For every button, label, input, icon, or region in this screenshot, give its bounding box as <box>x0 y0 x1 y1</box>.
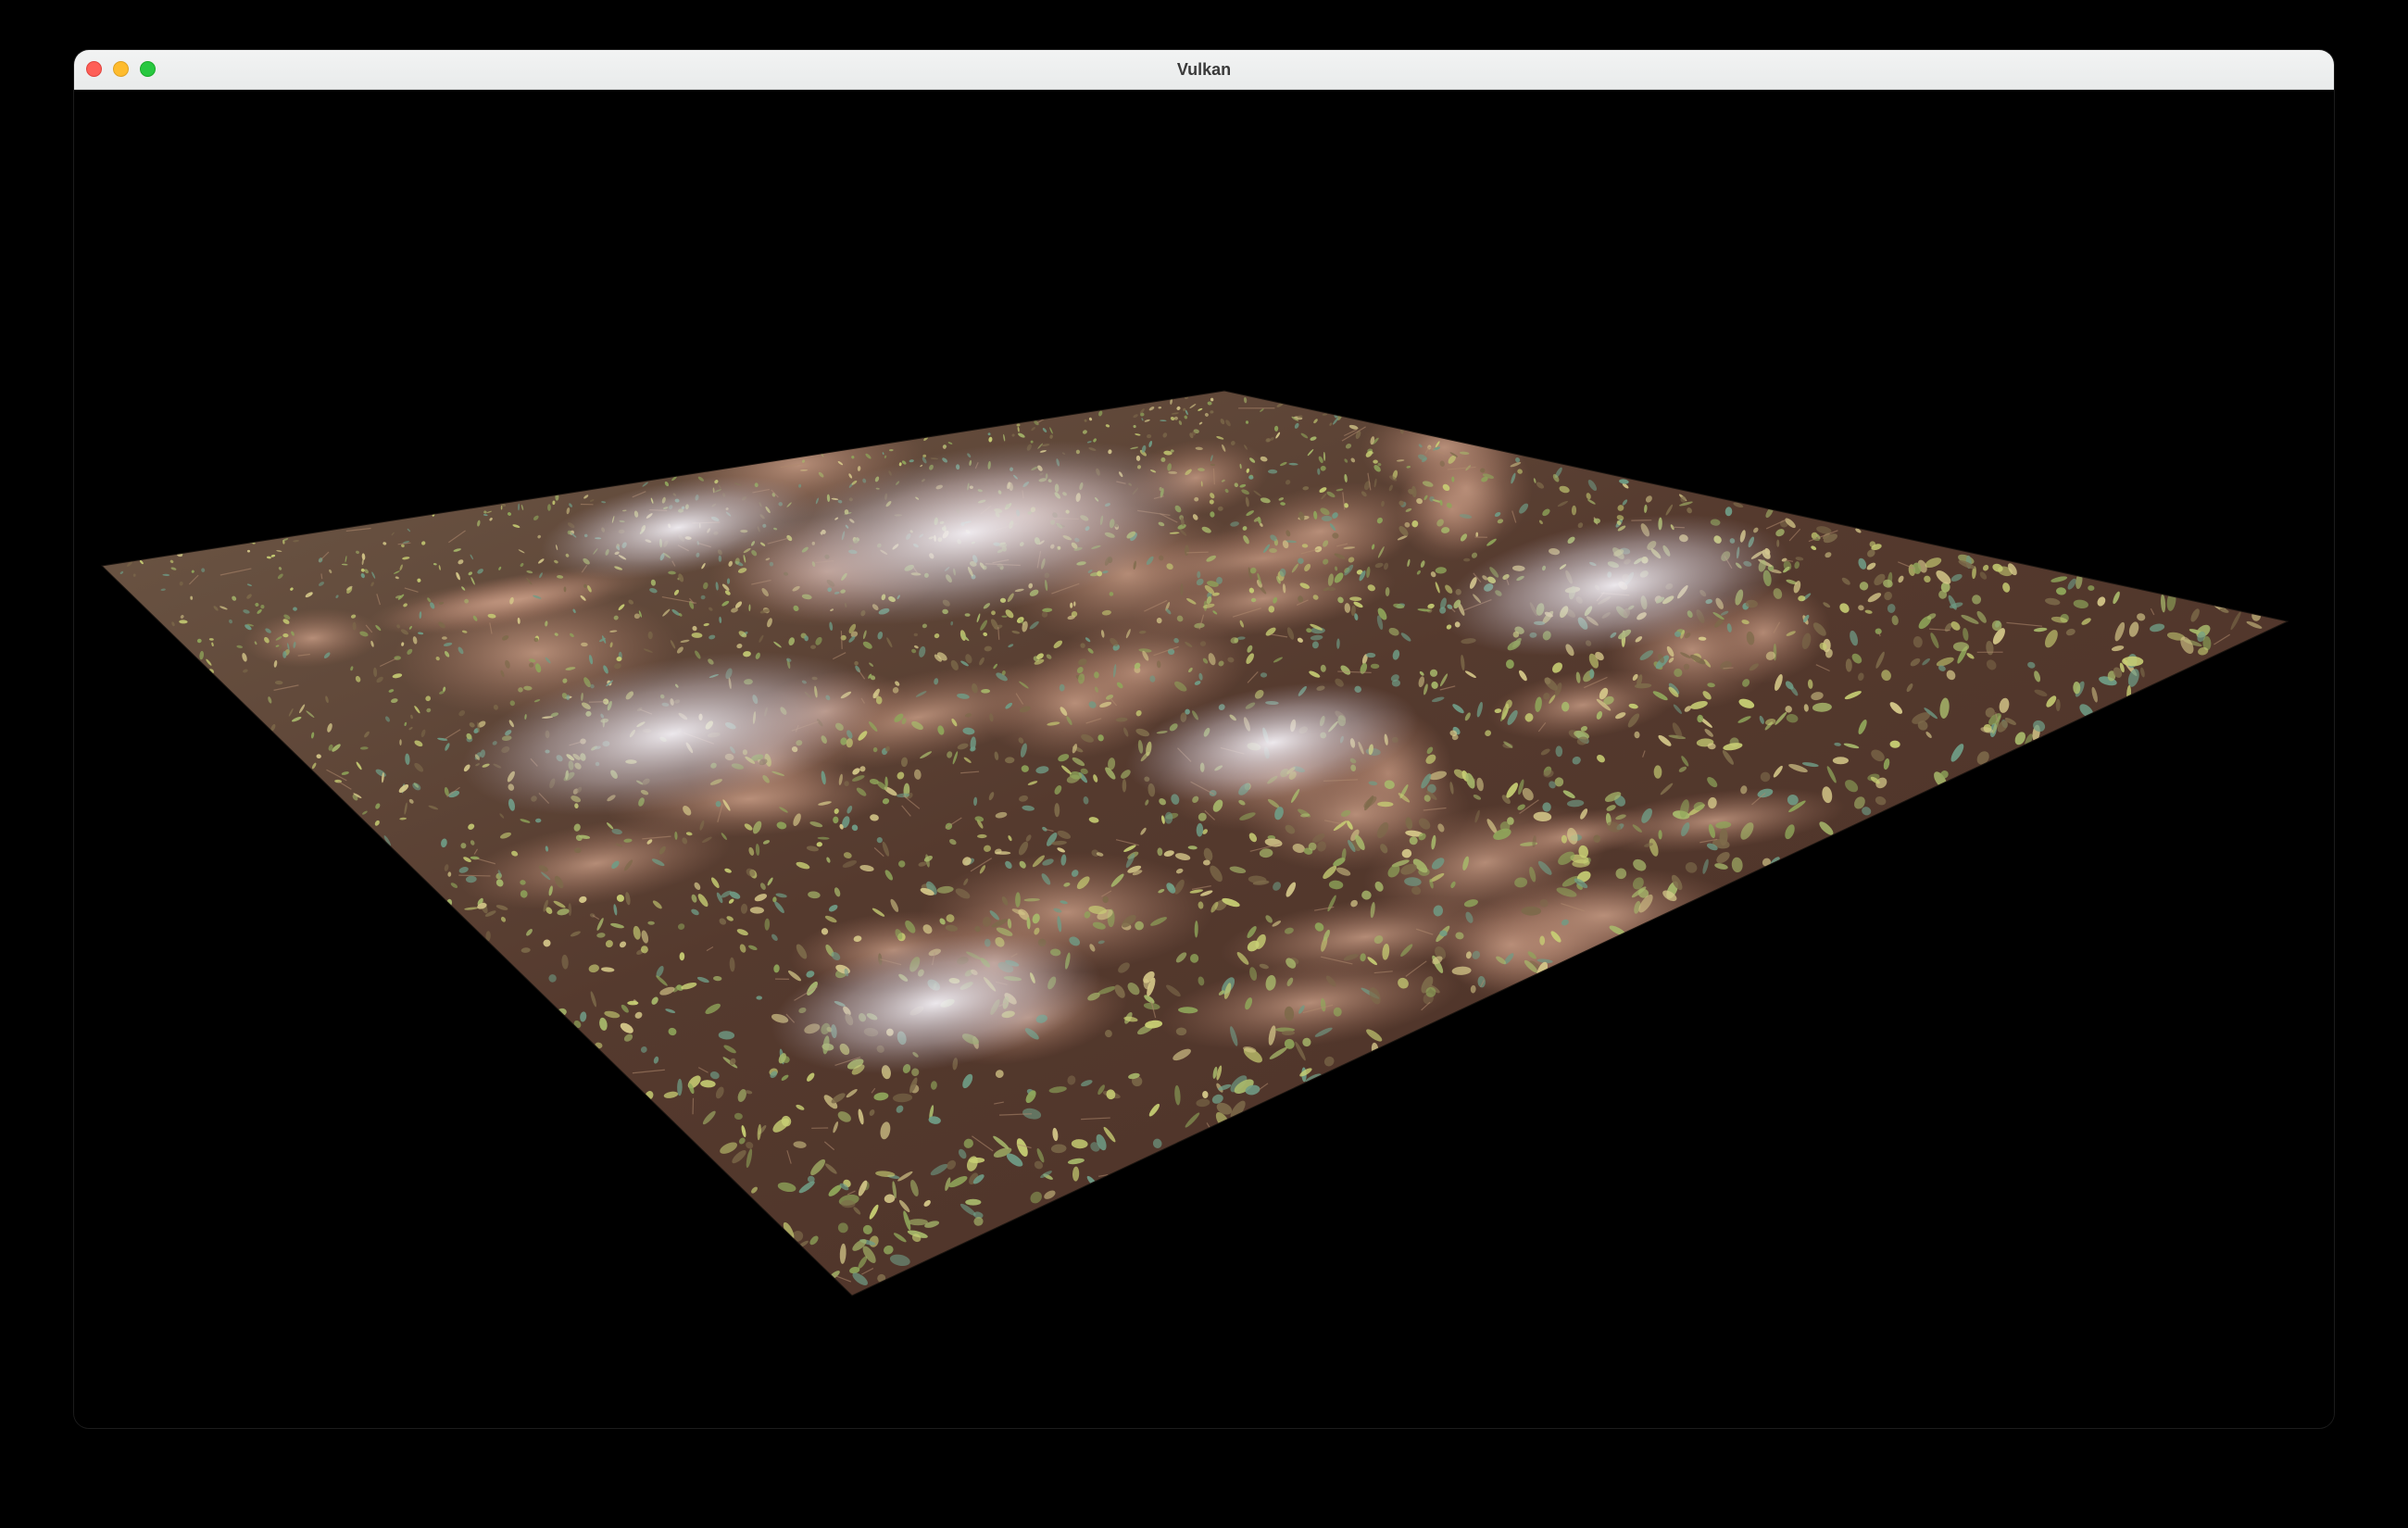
window-title: Vulkan <box>1176 60 1232 79</box>
ground-plane-render <box>100 390 2289 1296</box>
app-window: Vulkan <box>74 50 2334 1428</box>
render-viewport[interactable] <box>74 90 2334 1428</box>
title-bar[interactable]: Vulkan <box>74 50 2334 90</box>
ground-texture <box>102 391 2288 1296</box>
